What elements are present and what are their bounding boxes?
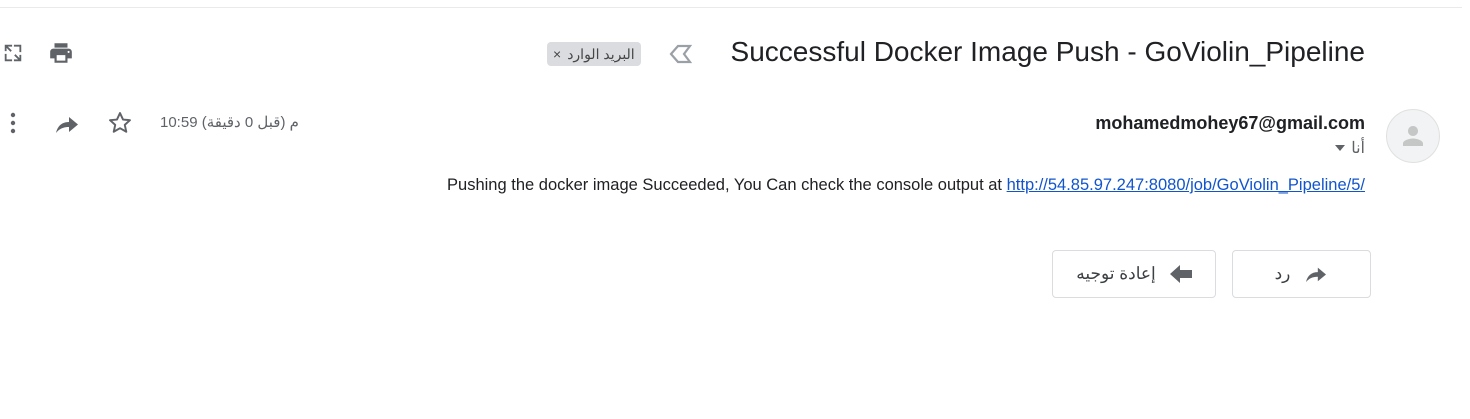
top-divider: [0, 7, 1462, 8]
forward-icon[interactable]: [53, 111, 81, 137]
star-icon[interactable]: [106, 109, 134, 137]
email-subject: Successful Docker Image Push - GoViolin_…: [730, 36, 1365, 67]
person-icon: [1403, 126, 1423, 146]
recipient-details-toggle[interactable]: أنا: [1335, 138, 1365, 158]
chevron-down-icon: [1335, 145, 1346, 151]
recipient-label: أنا: [1351, 140, 1365, 157]
inbox-label-chip: × البريد الوارد: [547, 42, 641, 66]
importance-marker-icon[interactable]: [667, 41, 693, 67]
open-in-new-window-icon[interactable]: [0, 40, 26, 66]
forward-button-label: إعادة توجيه: [1076, 264, 1156, 283]
reply-button[interactable]: رد: [1232, 250, 1371, 298]
message-body-text: Pushing the docker image Succeeded, You …: [447, 176, 1007, 194]
console-output-link-suffix[interactable]: /: [1360, 176, 1365, 194]
sender-avatar[interactable]: [1386, 109, 1440, 163]
print-icon[interactable]: [47, 39, 75, 67]
inbox-label-text: البريد الوارد: [567, 45, 635, 62]
reply-button-label: رد: [1274, 264, 1291, 283]
more-vertical-icon[interactable]: [1, 110, 25, 136]
message-body: Pushing the docker image Succeeded, You …: [447, 176, 1365, 195]
reply-arrow-icon: [1306, 267, 1327, 283]
forward-arrow-icon: [1169, 265, 1192, 283]
console-output-link[interactable]: http://54.85.97.247:8080/job/GoViolin_Pi…: [1007, 176, 1361, 194]
message-timestamp: 10:59 م (قبل 0 دقيقة): [160, 114, 299, 131]
forward-button[interactable]: إعادة توجيه: [1052, 250, 1216, 298]
remove-label-button[interactable]: ×: [553, 46, 561, 62]
sender-email[interactable]: mohamedmohey67@gmail.com: [1095, 113, 1365, 134]
